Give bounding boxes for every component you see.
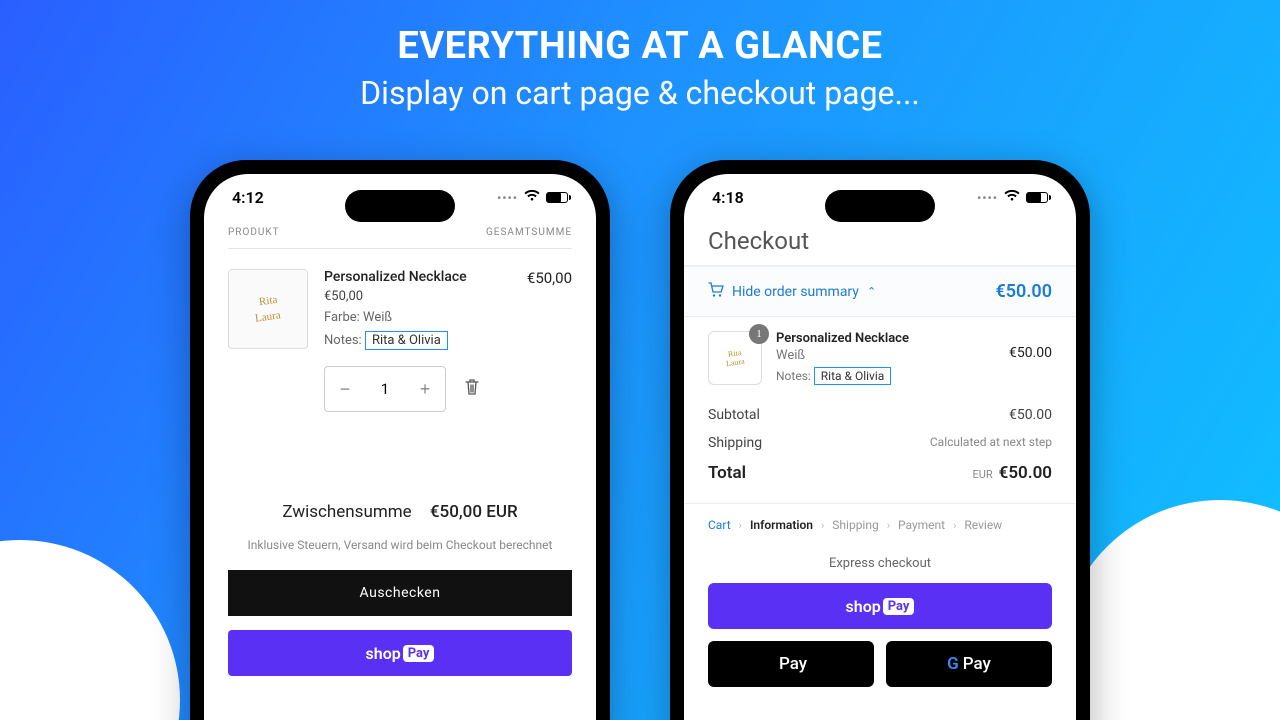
crumb-cart[interactable]: Cart	[708, 518, 731, 532]
breadcrumb: Cart › Information › Shipping › Payment …	[684, 503, 1076, 546]
product-title: Personalized Necklace	[776, 331, 995, 346]
cart-icon	[708, 282, 724, 302]
wifi-icon	[1004, 190, 1020, 206]
phone-cart: 4:12 •••• PRODUKT GESAMTSUMME	[190, 160, 610, 720]
col-total-label: GESAMTSUMME	[486, 227, 572, 238]
product-option: Farbe: Weiß	[324, 310, 511, 325]
checkout-button[interactable]: Auschecken	[228, 570, 572, 616]
shoppay-suffix: Pay	[403, 645, 435, 662]
crumb-review: Review	[964, 518, 1002, 532]
product-variant: Weiß	[776, 348, 995, 363]
shop-pay-button[interactable]: shopPay	[708, 583, 1052, 629]
total-label: Total	[708, 463, 746, 483]
col-product-label: PRODUKT	[228, 227, 280, 238]
product-title[interactable]: Personalized Necklace	[324, 269, 511, 285]
phone-checkout: 4:18 •••• Checkout	[670, 160, 1090, 720]
shipping-label: Shipping	[708, 435, 762, 451]
line-price: €50.00	[1009, 331, 1052, 361]
chevron-up-icon: ⌃	[867, 285, 876, 298]
summary-toggle-label: Hide order summary	[732, 284, 859, 300]
battery-icon	[546, 192, 568, 203]
notes-value: Rita & Olivia	[814, 367, 892, 385]
chevron-right-icon: ›	[887, 519, 890, 532]
line-total: €50,00	[527, 269, 572, 412]
total-currency: EUR	[972, 468, 992, 481]
dynamic-island	[825, 190, 935, 222]
chevron-right-icon: ›	[821, 519, 824, 532]
cart-line-item: RitaLaura Personalized Necklace €50,00 F…	[204, 249, 596, 412]
order-summary-toggle[interactable]: Hide order summary ⌃	[708, 282, 876, 302]
status-time: 4:18	[712, 188, 744, 207]
banner-subtitle: Display on cart page & checkout page...	[0, 74, 1280, 112]
dynamic-island	[345, 190, 455, 222]
crumb-shipping: Shipping	[832, 518, 878, 532]
subtotal-label: Subtotal	[708, 407, 760, 423]
qty-decrease-button[interactable]: −	[325, 367, 365, 411]
qty-value: 1	[365, 380, 405, 398]
qty-badge: 1	[749, 324, 769, 344]
shoppay-suffix: Pay	[883, 598, 915, 615]
subtotal-label: Zwischensumme	[282, 502, 411, 522]
apple-pay-button[interactable]: Pay	[708, 641, 874, 687]
google-pay-label: Pay	[963, 654, 991, 674]
cellular-icon: ••••	[497, 191, 518, 205]
quantity-stepper[interactable]: − 1 +	[324, 366, 446, 412]
apple-pay-label: Pay	[779, 654, 807, 674]
wifi-icon	[524, 190, 540, 206]
shop-pay-button[interactable]: shopPay	[228, 630, 572, 676]
qty-increase-button[interactable]: +	[405, 367, 445, 411]
chevron-right-icon: ›	[739, 519, 742, 532]
tax-note: Inklusive Steuern, Versand wird beim Che…	[228, 538, 572, 552]
summary-total: €50.00	[995, 281, 1052, 302]
google-icon: G	[947, 654, 959, 674]
remove-item-button[interactable]	[464, 378, 480, 400]
banner-title: EVERYTHING AT A GLANCE	[0, 24, 1280, 68]
order-line-item: RitaLaura 1 Personalized Necklace Weiß N…	[684, 317, 1076, 395]
notes-label: Notes:	[776, 369, 811, 383]
crumb-information: Information	[750, 518, 813, 532]
product-unit-price: €50,00	[324, 289, 511, 304]
status-time: 4:12	[232, 188, 264, 207]
cellular-icon: ••••	[977, 191, 998, 205]
total-value: €50.00	[999, 463, 1052, 483]
battery-icon	[1026, 192, 1048, 203]
crumb-payment: Payment	[898, 518, 945, 532]
shoppay-prefix: shop	[366, 644, 401, 663]
google-pay-button[interactable]: G Pay	[886, 641, 1052, 687]
express-checkout-label: Express checkout	[684, 546, 1076, 583]
shipping-value: Calculated at next step	[930, 435, 1052, 451]
product-thumbnail[interactable]: RitaLaura	[228, 269, 308, 349]
chevron-right-icon: ›	[953, 519, 956, 532]
shoppay-prefix: shop	[846, 597, 881, 616]
subtotal-value: €50,00 EUR	[430, 502, 518, 522]
notes-label: Notes:	[324, 333, 362, 348]
product-thumbnail: RitaLaura 1	[708, 331, 762, 385]
notes-value: Rita & Olivia	[365, 331, 448, 350]
subtotal-value: €50.00	[1009, 407, 1052, 423]
